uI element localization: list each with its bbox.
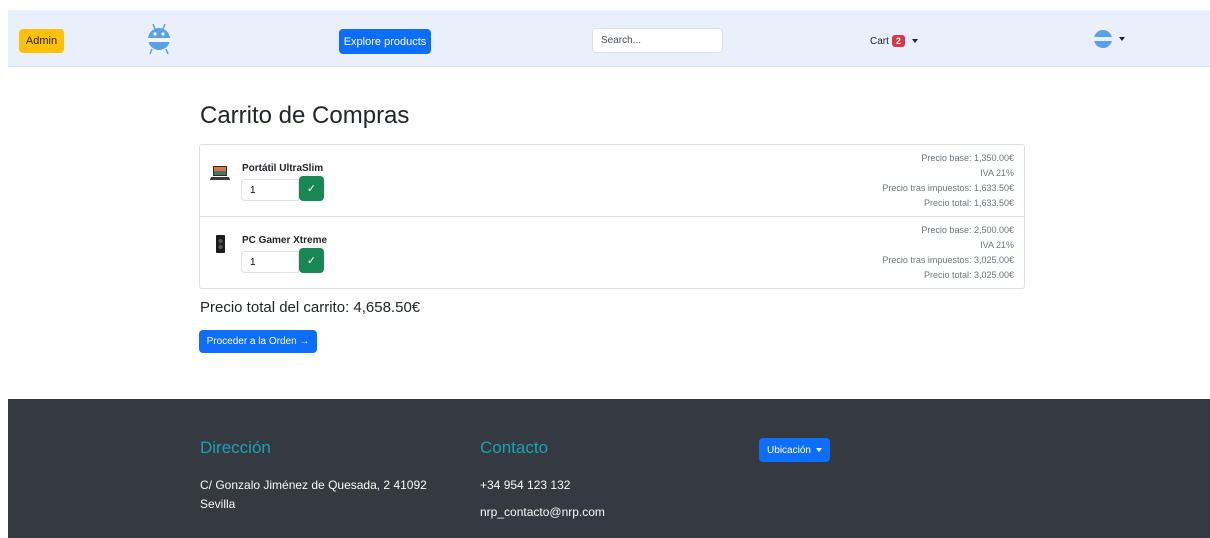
user-dropdown[interactable] bbox=[1094, 30, 1125, 48]
pc-tower-icon bbox=[216, 235, 225, 253]
cart-label: Cart bbox=[870, 35, 889, 47]
footer: Dirección C/ Gonzalo Jiménez de Quesada,… bbox=[8, 399, 1210, 538]
proceed-to-order-button[interactable]: Proceder a la Orden → bbox=[199, 330, 317, 353]
location-dropdown-button[interactable]: Ubicación bbox=[759, 438, 830, 462]
avatar-icon bbox=[1094, 30, 1112, 48]
price-base: Precio base: 1,350.00€ bbox=[921, 153, 1014, 163]
iva-rate: IVA 21% bbox=[980, 240, 1014, 250]
price-details: Precio base: 1,350.00€ IVA 21% Precio tr… bbox=[882, 151, 1014, 211]
price-total: Precio total: 3,025.00€ bbox=[923, 270, 1014, 280]
price-after-tax: Precio tras impuestos: 3,025.00€ bbox=[882, 255, 1014, 265]
confirm-quantity-button[interactable]: ✓ bbox=[299, 248, 324, 273]
cart-count-badge: 2 bbox=[891, 35, 905, 47]
contact-phone: +34 954 123 132 bbox=[480, 478, 571, 492]
caret-down-icon bbox=[1119, 37, 1125, 41]
caret-down-icon bbox=[815, 448, 822, 452]
page-title: Carrito de Compras bbox=[200, 102, 410, 129]
iva-rate: IVA 21% bbox=[980, 168, 1014, 178]
item-name: Portátil UltraSlim bbox=[242, 163, 324, 174]
price-base: Precio base: 2,500.00€ bbox=[921, 225, 1014, 235]
cart-total: Precio total del carrito: 4,658.50€ bbox=[200, 299, 421, 316]
item-name: PC Gamer Xtreme bbox=[242, 235, 328, 246]
navbar: Admin Explore products Cart 2 bbox=[8, 10, 1210, 67]
admin-button[interactable]: Admin bbox=[19, 29, 64, 53]
location-label: Ubicación bbox=[767, 444, 811, 456]
price-details: Precio base: 2,500.00€ IVA 21% Precio tr… bbox=[882, 223, 1014, 283]
page: Admin Explore products Cart 2 Carrito de… bbox=[8, 10, 1210, 538]
address-line-2: Sevilla bbox=[200, 497, 236, 511]
price-total: Precio total: 1,633.50€ bbox=[923, 198, 1014, 208]
cart-item: Portátil UltraSlim ✓ Precio base: 1,350.… bbox=[200, 145, 1024, 217]
cart-items-list: Portátil UltraSlim ✓ Precio base: 1,350.… bbox=[199, 144, 1025, 289]
address-heading: Dirección bbox=[200, 438, 271, 457]
laptop-icon bbox=[210, 166, 230, 180]
robot-logo-icon[interactable] bbox=[147, 22, 171, 58]
contact-email: nrp_contacto@nrp.com bbox=[480, 505, 605, 519]
confirm-quantity-button[interactable]: ✓ bbox=[299, 176, 324, 201]
contact-heading: Contacto bbox=[480, 438, 549, 457]
explore-products-button[interactable]: Explore products bbox=[339, 29, 431, 54]
cart-item: PC Gamer Xtreme ✓ Precio base: 2,500.00€… bbox=[200, 217, 1024, 288]
quantity-input[interactable] bbox=[241, 251, 299, 273]
price-after-tax: Precio tras impuestos: 1,633.50€ bbox=[882, 183, 1014, 193]
address-line-1: C/ Gonzalo Jiménez de Quesada, 2 41092 bbox=[200, 478, 427, 492]
search-input[interactable] bbox=[592, 28, 723, 53]
cart-dropdown[interactable]: Cart 2 bbox=[870, 32, 918, 50]
quantity-input[interactable] bbox=[241, 179, 299, 201]
caret-down-icon bbox=[911, 39, 918, 43]
